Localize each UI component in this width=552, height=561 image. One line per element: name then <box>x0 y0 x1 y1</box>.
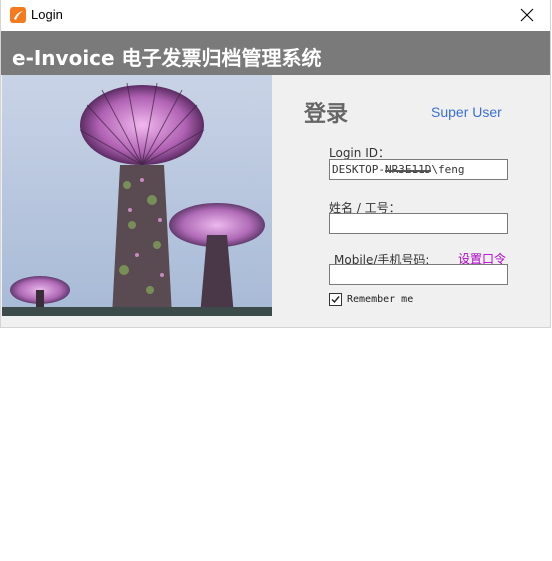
close-icon <box>520 8 534 22</box>
window-title: Login <box>31 7 63 22</box>
app-name: e-Invoice 电子发票归档管理系统 <box>12 46 322 70</box>
remember-me-label: Remember me <box>347 294 414 305</box>
checkmark-icon <box>331 296 340 304</box>
login-id-prefix: DESKTOP- <box>332 163 385 176</box>
super-user-link[interactable]: Super User <box>431 104 502 120</box>
close-button[interactable] <box>504 0 550 31</box>
login-id-suffix: \feng <box>431 163 465 176</box>
app-banner: e-Invoice 电子发票归档管理系统 <box>1 31 550 75</box>
name-field[interactable] <box>329 213 508 234</box>
login-id-field[interactable]: DESKTOP-NR3E11D\feng <box>329 159 508 180</box>
title-bar: Login <box>1 0 550 31</box>
remember-me-checkbox[interactable] <box>329 293 342 306</box>
login-heading: 登录 <box>304 102 349 127</box>
login-id-masked: NR3E11D <box>384 163 432 176</box>
login-window: Login e-Invoice 电子发票归档管理系统 登录 Super User… <box>0 0 551 328</box>
mobile-field[interactable] <box>329 264 508 285</box>
app-logo-icon <box>10 7 26 23</box>
hero-image <box>2 75 272 316</box>
